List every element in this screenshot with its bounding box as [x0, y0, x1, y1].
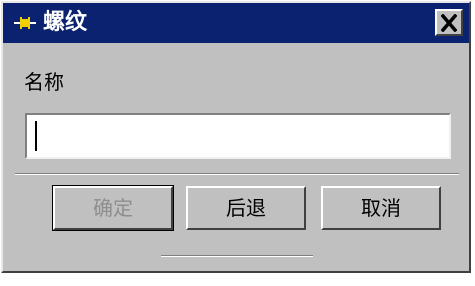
- dialog-title: 螺纹: [43, 10, 88, 35]
- back-button[interactable]: 后退: [186, 186, 306, 230]
- dialog-resize-handle[interactable]: [161, 255, 313, 257]
- cancel-button[interactable]: 取消: [321, 186, 441, 230]
- text-caret: [35, 121, 37, 151]
- name-input[interactable]: [25, 113, 451, 159]
- close-button[interactable]: [435, 9, 463, 36]
- dialog-titlebar[interactable]: 螺纹: [3, 3, 469, 43]
- separator-line: [15, 173, 459, 175]
- ok-button[interactable]: 确定: [53, 186, 173, 230]
- close-icon: [441, 14, 457, 32]
- thread-dialog: 螺纹 名称 确定 后退 取消: [1, 1, 471, 273]
- thread-tool-icon: [14, 14, 36, 32]
- name-label: 名称: [24, 70, 64, 94]
